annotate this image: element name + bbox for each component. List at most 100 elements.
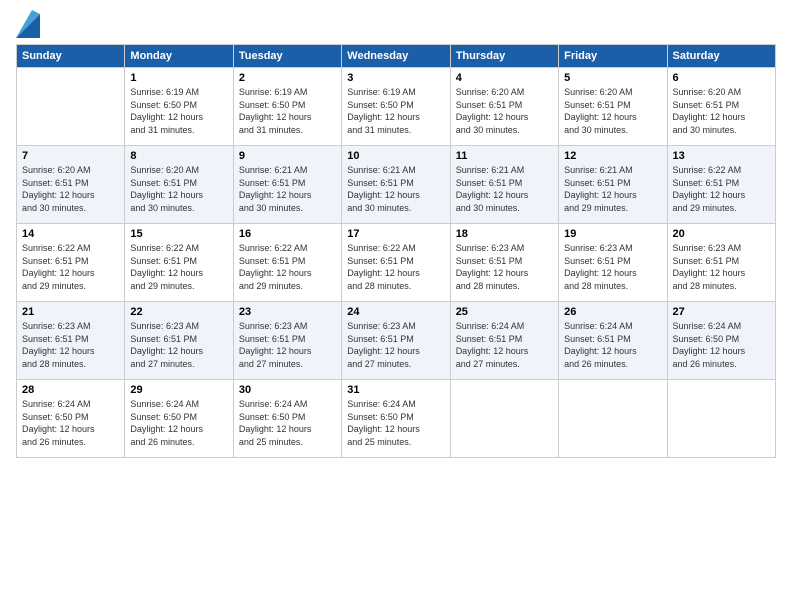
cell-week4-day5: 26 Sunrise: 6:24 AM Sunset: 6:51 PM Dayli…: [559, 302, 667, 380]
header: [16, 10, 776, 38]
day-number: 4: [456, 72, 553, 84]
day-info: Sunrise: 6:22 AM Sunset: 6:51 PM Dayligh…: [22, 242, 119, 292]
day-number: 11: [456, 150, 553, 162]
day-number: 10: [347, 150, 444, 162]
day-info: Sunrise: 6:24 AM Sunset: 6:50 PM Dayligh…: [22, 398, 119, 448]
header-row: SundayMondayTuesdayWednesdayThursdayFrid…: [17, 45, 776, 68]
cell-week3-day2: 16 Sunrise: 6:22 AM Sunset: 6:51 PM Dayli…: [233, 224, 341, 302]
cell-week5-day5: [559, 380, 667, 458]
day-number: 29: [130, 384, 227, 396]
day-info: Sunrise: 6:24 AM Sunset: 6:50 PM Dayligh…: [130, 398, 227, 448]
cell-week3-day6: 20 Sunrise: 6:23 AM Sunset: 6:51 PM Dayli…: [667, 224, 775, 302]
cell-week3-day4: 18Sunrise: 6:23 AM Sunset: 6:51 PM Dayli…: [450, 224, 558, 302]
day-info: Sunrise: 6:19 AM Sunset: 6:50 PM Dayligh…: [347, 86, 444, 136]
week-row-1: 1 Sunrise: 6:19 AM Sunset: 6:50 PM Daylig…: [17, 68, 776, 146]
cell-week1-day0: [17, 68, 125, 146]
week-row-3: 14 Sunrise: 6:22 AM Sunset: 6:51 PM Dayli…: [17, 224, 776, 302]
day-info: Sunrise: 6:23 AM Sunset: 6:51 PM Dayligh…: [22, 320, 119, 370]
col-header-wednesday: Wednesday: [342, 45, 450, 68]
cell-week1-day2: 2Sunrise: 6:19 AM Sunset: 6:50 PM Daylig…: [233, 68, 341, 146]
cell-week3-day5: 19 Sunrise: 6:23 AM Sunset: 6:51 PM Dayli…: [559, 224, 667, 302]
day-number: 21: [22, 306, 119, 318]
day-info: Sunrise: 6:23 AM Sunset: 6:51 PM Dayligh…: [456, 242, 553, 292]
day-info: Sunrise: 6:22 AM Sunset: 6:51 PM Dayligh…: [347, 242, 444, 292]
cell-week1-day4: 4Sunrise: 6:20 AM Sunset: 6:51 PM Daylig…: [450, 68, 558, 146]
day-info: Sunrise: 6:24 AM Sunset: 6:50 PM Dayligh…: [347, 398, 444, 448]
day-info: Sunrise: 6:21 AM Sunset: 6:51 PM Dayligh…: [564, 164, 661, 214]
day-number: 24: [347, 306, 444, 318]
day-info: Sunrise: 6:24 AM Sunset: 6:51 PM Dayligh…: [564, 320, 661, 370]
cell-week5-day6: [667, 380, 775, 458]
day-info: Sunrise: 6:21 AM Sunset: 6:51 PM Dayligh…: [456, 164, 553, 214]
day-info: Sunrise: 6:20 AM Sunset: 6:51 PM Dayligh…: [22, 164, 119, 214]
day-number: 25: [456, 306, 553, 318]
day-number: 28: [22, 384, 119, 396]
day-number: 5: [564, 72, 661, 84]
day-info: Sunrise: 6:23 AM Sunset: 6:51 PM Dayligh…: [239, 320, 336, 370]
cell-week5-day3: 31 Sunrise: 6:24 AM Sunset: 6:50 PM Dayli…: [342, 380, 450, 458]
day-info: Sunrise: 6:19 AM Sunset: 6:50 PM Dayligh…: [130, 86, 227, 136]
cell-week4-day3: 24 Sunrise: 6:23 AM Sunset: 6:51 PM Dayli…: [342, 302, 450, 380]
logo: [16, 10, 42, 38]
day-number: 19: [564, 228, 661, 240]
col-header-saturday: Saturday: [667, 45, 775, 68]
day-number: 31: [347, 384, 444, 396]
day-number: 30: [239, 384, 336, 396]
day-number: 7: [22, 150, 119, 162]
cell-week2-day1: 8 Sunrise: 6:20 AM Sunset: 6:51 PM Daylig…: [125, 146, 233, 224]
cell-week5-day1: 29 Sunrise: 6:24 AM Sunset: 6:50 PM Dayli…: [125, 380, 233, 458]
page: SundayMondayTuesdayWednesdayThursdayFrid…: [0, 0, 792, 612]
cell-week1-day3: 3 Sunrise: 6:19 AM Sunset: 6:50 PM Daylig…: [342, 68, 450, 146]
day-info: Sunrise: 6:22 AM Sunset: 6:51 PM Dayligh…: [239, 242, 336, 292]
day-info: Sunrise: 6:20 AM Sunset: 6:51 PM Dayligh…: [564, 86, 661, 136]
cell-week2-day5: 12Sunrise: 6:21 AM Sunset: 6:51 PM Dayli…: [559, 146, 667, 224]
cell-week4-day2: 23 Sunrise: 6:23 AM Sunset: 6:51 PM Dayli…: [233, 302, 341, 380]
cell-week4-day4: 25 Sunrise: 6:24 AM Sunset: 6:51 PM Dayli…: [450, 302, 558, 380]
cell-week5-day4: [450, 380, 558, 458]
day-info: Sunrise: 6:23 AM Sunset: 6:51 PM Dayligh…: [564, 242, 661, 292]
cell-week5-day2: 30Sunrise: 6:24 AM Sunset: 6:50 PM Dayli…: [233, 380, 341, 458]
col-header-monday: Monday: [125, 45, 233, 68]
cell-week2-day0: 7 Sunrise: 6:20 AM Sunset: 6:51 PM Daylig…: [17, 146, 125, 224]
day-number: 22: [130, 306, 227, 318]
day-info: Sunrise: 6:23 AM Sunset: 6:51 PM Dayligh…: [673, 242, 770, 292]
cell-week1-day5: 5 Sunrise: 6:20 AM Sunset: 6:51 PM Daylig…: [559, 68, 667, 146]
cell-week1-day6: 6 Sunrise: 6:20 AM Sunset: 6:51 PM Daylig…: [667, 68, 775, 146]
day-number: 26: [564, 306, 661, 318]
logo-icon: [16, 10, 40, 38]
day-number: 16: [239, 228, 336, 240]
cell-week3-day1: 15Sunrise: 6:22 AM Sunset: 6:51 PM Dayli…: [125, 224, 233, 302]
day-number: 6: [673, 72, 770, 84]
day-number: 20: [673, 228, 770, 240]
day-info: Sunrise: 6:23 AM Sunset: 6:51 PM Dayligh…: [130, 320, 227, 370]
col-header-sunday: Sunday: [17, 45, 125, 68]
col-header-tuesday: Tuesday: [233, 45, 341, 68]
day-info: Sunrise: 6:20 AM Sunset: 6:51 PM Dayligh…: [130, 164, 227, 214]
cell-week4-day0: 21 Sunrise: 6:23 AM Sunset: 6:51 PM Dayli…: [17, 302, 125, 380]
cell-week4-day6: 27 Sunrise: 6:24 AM Sunset: 6:50 PM Dayli…: [667, 302, 775, 380]
day-number: 13: [673, 150, 770, 162]
week-row-5: 28 Sunrise: 6:24 AM Sunset: 6:50 PM Dayli…: [17, 380, 776, 458]
day-info: Sunrise: 6:21 AM Sunset: 6:51 PM Dayligh…: [347, 164, 444, 214]
cell-week1-day1: 1 Sunrise: 6:19 AM Sunset: 6:50 PM Daylig…: [125, 68, 233, 146]
col-header-thursday: Thursday: [450, 45, 558, 68]
day-number: 9: [239, 150, 336, 162]
week-row-2: 7 Sunrise: 6:20 AM Sunset: 6:51 PM Daylig…: [17, 146, 776, 224]
day-number: 17: [347, 228, 444, 240]
day-info: Sunrise: 6:23 AM Sunset: 6:51 PM Dayligh…: [347, 320, 444, 370]
day-info: Sunrise: 6:24 AM Sunset: 6:50 PM Dayligh…: [673, 320, 770, 370]
cell-week3-day0: 14 Sunrise: 6:22 AM Sunset: 6:51 PM Dayli…: [17, 224, 125, 302]
day-number: 27: [673, 306, 770, 318]
day-number: 1: [130, 72, 227, 84]
cell-week2-day3: 10 Sunrise: 6:21 AM Sunset: 6:51 PM Dayli…: [342, 146, 450, 224]
day-number: 15: [130, 228, 227, 240]
cell-week5-day0: 28 Sunrise: 6:24 AM Sunset: 6:50 PM Dayli…: [17, 380, 125, 458]
day-info: Sunrise: 6:22 AM Sunset: 6:51 PM Dayligh…: [673, 164, 770, 214]
day-info: Sunrise: 6:24 AM Sunset: 6:51 PM Dayligh…: [456, 320, 553, 370]
day-number: 14: [22, 228, 119, 240]
day-info: Sunrise: 6:20 AM Sunset: 6:51 PM Dayligh…: [673, 86, 770, 136]
day-number: 8: [130, 150, 227, 162]
day-number: 23: [239, 306, 336, 318]
day-number: 3: [347, 72, 444, 84]
cell-week2-day2: 9Sunrise: 6:21 AM Sunset: 6:51 PM Daylig…: [233, 146, 341, 224]
